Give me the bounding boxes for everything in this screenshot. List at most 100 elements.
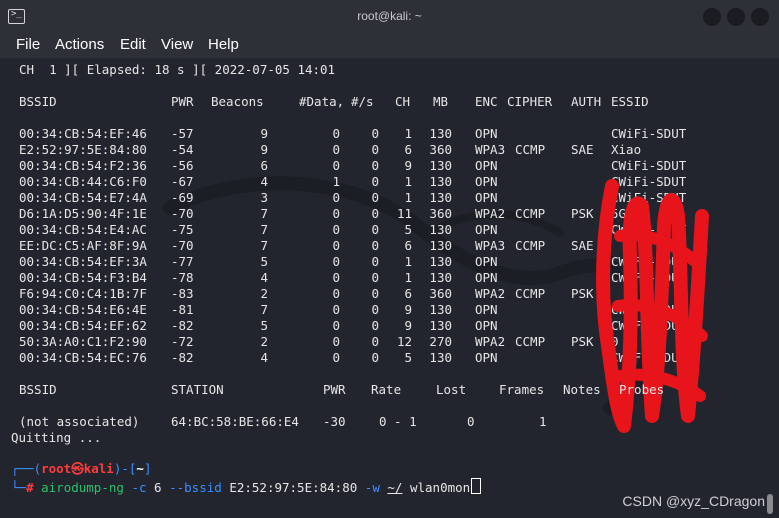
ap-cell-data: 0	[332, 222, 340, 237]
ap-cell-ps: 0	[371, 286, 379, 301]
ap-cell-beacons: 5	[260, 254, 268, 269]
ap-cell-ps: 0	[371, 190, 379, 205]
ap-cell-pwr: -67	[171, 174, 194, 189]
ap-cell-cipher: CCMP	[515, 238, 546, 253]
title-bar[interactable]: >_ root@kali: ~	[0, 0, 779, 34]
ap-cell-cipher: CCMP	[515, 286, 546, 301]
ap-cell-beacons: 7	[260, 302, 268, 317]
ap-header-cell: BSSID	[19, 94, 57, 109]
ap-cell-ch: 1	[404, 126, 412, 141]
terminal-window: >_ root@kali: ~ File Actions Edit View H…	[0, 0, 779, 518]
ap-cell-ps: 0	[371, 206, 379, 221]
ap-cell-pwr: -78	[171, 270, 194, 285]
ap-cell-ch: 12	[396, 334, 412, 349]
ap-cell-ps: 0	[371, 142, 379, 157]
ap-cell-enc: OPN	[475, 222, 498, 237]
station-cell-lost: 0	[467, 414, 475, 429]
prompt-line-1: ┌──(root㉿kali)-[~]	[11, 461, 152, 476]
ap-cell-enc: WPA2	[475, 286, 506, 301]
channel-value: 6	[154, 480, 162, 495]
ap-cell-beacons: 4	[260, 270, 268, 285]
ap-cell-enc: WPA2	[475, 206, 506, 221]
ap-cell-mb: 130	[429, 158, 452, 173]
ap-cell-data: 0	[332, 206, 340, 221]
menu-actions[interactable]: Actions	[55, 36, 104, 53]
ap-cell-ch: 6	[404, 238, 412, 253]
ap-cell-pwr: -70	[171, 206, 194, 221]
station-cell-bssid: (not associated)	[19, 414, 140, 429]
ap-cell-cipher: CCMP	[515, 206, 546, 221]
prompt-user: root㉿kali	[41, 461, 114, 476]
ap-cell-mb: 130	[429, 222, 452, 237]
ap-header-cell: MB	[433, 94, 449, 109]
ap-cell-ch: 1	[404, 174, 412, 189]
ap-cell-mb: 130	[429, 350, 452, 365]
ap-cell-bssid: 00:34:CB:54:F3:B4	[19, 270, 147, 285]
ap-cell-bssid: 00:34:CB:54:EC:76	[19, 350, 147, 365]
station-header-cell: BSSID	[19, 382, 57, 397]
ap-cell-ch: 9	[404, 302, 412, 317]
close-button[interactable]	[751, 8, 769, 26]
ap-cell-beacons: 2	[260, 286, 268, 301]
ap-cell-bssid: 00:34:CB:54:E7:4A	[19, 190, 147, 205]
status-line: CH 1 ][ Elapsed: 18 s ][ 2022-07-05 14:0…	[19, 62, 336, 77]
maximize-button[interactable]	[727, 8, 745, 26]
ap-cell-ps: 0	[371, 158, 379, 173]
ap-cell-ch: 1	[404, 270, 412, 285]
station-header-cell: Lost	[436, 382, 467, 397]
prompt-line-2[interactable]: └─# airodump-ng -c 6 --bssid E2:52:97:5E…	[11, 478, 482, 496]
minimize-button[interactable]	[703, 8, 721, 26]
ap-cell-pwr: -81	[171, 302, 194, 317]
station-cell-frames: 1	[539, 414, 547, 429]
ap-cell-data: 0	[332, 158, 340, 173]
ap-cell-enc: WPA3	[475, 142, 506, 157]
ap-cell-mb: 130	[429, 318, 452, 333]
menu-view[interactable]: View	[161, 36, 193, 53]
ap-cell-mb: 130	[429, 174, 452, 189]
ap-cell-mb: 130	[429, 254, 452, 269]
ap-cell-beacons: 4	[260, 174, 268, 189]
ap-cell-auth: SAE	[571, 142, 594, 157]
ap-cell-data: 0	[332, 350, 340, 365]
ap-header-cell: #/s	[351, 94, 374, 109]
ap-cell-bssid: 00:34:CB:54:E4:AC	[19, 222, 147, 237]
ap-cell-pwr: -83	[171, 286, 194, 301]
station-header-cell: Rate	[371, 382, 402, 397]
ap-cell-pwr: -69	[171, 190, 194, 205]
ap-cell-bssid: EE:DC:C5:AF:8F:9A	[19, 238, 147, 253]
station-cell-station: 64:BC:58:BE:66:E4	[171, 414, 299, 429]
command-name: airodump-ng	[41, 480, 124, 495]
window-title: root@kali: ~	[357, 9, 422, 23]
ap-cell-ch: 6	[404, 286, 412, 301]
flag-write: -w	[364, 480, 380, 495]
ap-cell-mb: 130	[429, 270, 452, 285]
ap-cell-data: 1	[332, 174, 340, 189]
ap-cell-beacons: 7	[260, 238, 268, 253]
bssid-value: E2:52:97:5E:84:80	[229, 480, 358, 495]
csdn-watermark: CSDN @xyz_CDragon	[622, 493, 765, 509]
ap-cell-enc: WPA2	[475, 334, 506, 349]
ap-cell-ch: 9	[404, 158, 412, 173]
terminal-output[interactable]: CH 1 ][ Elapsed: 18 s ][ 2022-07-05 14:0…	[0, 58, 779, 518]
station-cell-pwr: -30	[323, 414, 346, 429]
ap-cell-data: 0	[332, 286, 340, 301]
scrollbar[interactable]	[767, 494, 773, 514]
ap-cell-ps: 0	[371, 238, 379, 253]
ap-cell-enc: OPN	[475, 270, 498, 285]
ap-cell-enc: OPN	[475, 126, 498, 141]
ap-cell-pwr: -70	[171, 238, 194, 253]
ap-cell-bssid: F6:94:C0:C4:1B:7F	[19, 286, 147, 301]
menu-edit[interactable]: Edit	[120, 36, 146, 53]
menu-help[interactable]: Help	[208, 36, 239, 53]
ap-cell-beacons: 3	[260, 190, 268, 205]
ap-cell-ps: 0	[371, 334, 379, 349]
ap-cell-mb: 130	[429, 302, 452, 317]
ap-cell-enc: OPN	[475, 318, 498, 333]
menu-file[interactable]: File	[16, 36, 40, 53]
ap-header-cell: ENC	[475, 94, 498, 109]
prompt-symbol: #	[26, 480, 34, 495]
ap-cell-ps: 0	[371, 222, 379, 237]
station-header-cell: PWR	[323, 382, 346, 397]
ap-cell-pwr: -82	[171, 350, 194, 365]
ap-cell-bssid: 00:34:CB:54:EF:62	[19, 318, 147, 333]
